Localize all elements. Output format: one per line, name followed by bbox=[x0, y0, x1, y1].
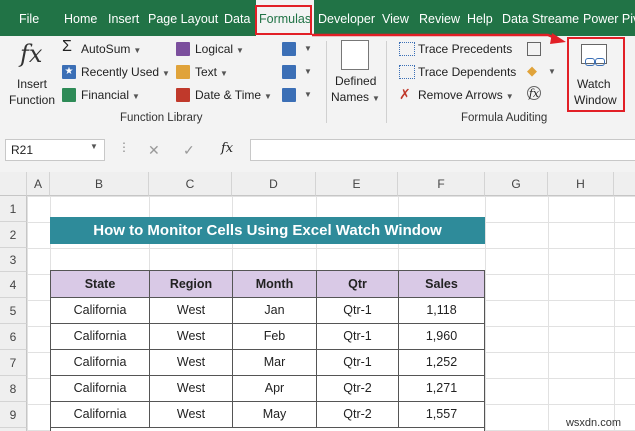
cell-sales[interactable]: 1,118 bbox=[398, 297, 485, 324]
cell-month[interactable]: Feb bbox=[232, 323, 317, 350]
name-box-dropdown-icon[interactable]: ▼ bbox=[90, 142, 98, 151]
cell-month[interactable]: May bbox=[232, 401, 317, 428]
cell-sales[interactable]: 1,271 bbox=[398, 375, 485, 402]
column-header-c[interactable]: C bbox=[149, 172, 232, 196]
cell-month[interactable]: Apr bbox=[232, 375, 317, 402]
cell-state[interactable]: California bbox=[50, 349, 150, 376]
cell-region[interactable]: West bbox=[149, 349, 233, 376]
watermark: wsxdn.com bbox=[565, 417, 621, 429]
remove-arrows-icon: ✗ bbox=[399, 86, 411, 102]
row-header-1[interactable]: 1 bbox=[0, 196, 27, 222]
insert-function-label-1[interactable]: Insert bbox=[17, 77, 47, 91]
cell-qtr[interactable]: Qtr-1 bbox=[316, 323, 399, 350]
column-header-g[interactable]: G bbox=[485, 172, 548, 196]
column-header-e[interactable]: E bbox=[316, 172, 398, 196]
evaluate-formula-icon[interactable]: fx bbox=[527, 86, 541, 100]
defined-names-label-1[interactable]: Defined bbox=[335, 74, 376, 88]
trace-dependents-icon bbox=[399, 65, 415, 79]
select-all-corner[interactable] bbox=[0, 172, 27, 196]
cancel-icon[interactable]: ✕ bbox=[148, 142, 160, 159]
text-button[interactable]: Text ▼ bbox=[195, 65, 228, 79]
group-formula-auditing: Formula Auditing bbox=[461, 112, 548, 124]
cell-region[interactable]: West bbox=[149, 297, 233, 324]
sheet-title[interactable]: How to Monitor Cells Using Excel Watch W… bbox=[50, 217, 485, 244]
header-sales[interactable]: Sales bbox=[398, 270, 485, 298]
insert-function-fx-icon[interactable]: fx bbox=[221, 141, 233, 156]
row-header-5[interactable]: 5 bbox=[0, 298, 27, 324]
column-header-b[interactable]: B bbox=[50, 172, 149, 196]
row-header-7[interactable]: 7 bbox=[0, 350, 27, 376]
column-header-h[interactable]: H bbox=[548, 172, 614, 196]
text-icon bbox=[176, 65, 190, 79]
recently-used-icon: ★ bbox=[62, 65, 76, 79]
row-header-8[interactable]: 8 bbox=[0, 376, 27, 402]
header-state[interactable]: State bbox=[50, 270, 150, 298]
cell-qtr[interactable]: Qtr-2 bbox=[316, 401, 399, 428]
column-header-d[interactable]: D bbox=[232, 172, 316, 196]
header-month[interactable]: Month bbox=[232, 270, 317, 298]
cell-region[interactable]: West bbox=[149, 375, 233, 402]
formula-input[interactable] bbox=[250, 139, 635, 161]
group-function-library: Function Library bbox=[120, 112, 203, 124]
cell-state[interactable]: California bbox=[50, 375, 150, 402]
cell-month[interactable]: Jan bbox=[232, 297, 317, 324]
date-time-icon bbox=[176, 88, 190, 102]
financial-icon bbox=[62, 88, 76, 102]
cell-state[interactable]: California bbox=[50, 401, 150, 428]
header-region[interactable]: Region bbox=[149, 270, 233, 298]
cell-region[interactable]: West bbox=[149, 401, 233, 428]
cell-qtr[interactable]: Qtr-1 bbox=[316, 297, 399, 324]
header-qtr[interactable]: Qtr bbox=[316, 270, 399, 298]
column-header-f[interactable]: F bbox=[398, 172, 485, 196]
column-header-a[interactable]: A bbox=[27, 172, 50, 196]
financial-button[interactable]: Financial ▼ bbox=[81, 88, 140, 102]
row-header-6[interactable]: 6 bbox=[0, 324, 27, 350]
defined-names-button[interactable]: Names ▼ bbox=[331, 90, 380, 104]
cell-state[interactable]: California bbox=[50, 297, 150, 324]
cell-sales[interactable]: 1,557 bbox=[398, 401, 485, 428]
insert-function-label-2[interactable]: Function bbox=[9, 93, 55, 107]
row-header-2[interactable]: 2 bbox=[0, 222, 27, 248]
cell-qtr[interactable]: Qtr-2 bbox=[316, 375, 399, 402]
cell-sales[interactable]: 1,960 bbox=[398, 323, 485, 350]
column-header-i[interactable] bbox=[614, 172, 635, 196]
cell-qtr[interactable]: Qtr-1 bbox=[316, 349, 399, 376]
formula-bar-dots-icon: ⋮ bbox=[118, 140, 130, 154]
cell-state[interactable]: California bbox=[50, 323, 150, 350]
recently-used-button[interactable]: Recently Used ▼ bbox=[81, 65, 170, 79]
cell-sales[interactable]: 1,252 bbox=[398, 349, 485, 376]
cell-region[interactable]: West bbox=[149, 323, 233, 350]
annotation-arrow bbox=[312, 33, 566, 44]
row-header-3[interactable]: 3 bbox=[0, 248, 27, 272]
date-time-button[interactable]: Date & Time ▼ bbox=[195, 88, 272, 102]
math-trig-icon[interactable] bbox=[282, 65, 296, 79]
row-header-4[interactable]: 4 bbox=[0, 272, 27, 298]
remove-arrows-button[interactable]: Remove Arrows ▼ bbox=[418, 88, 514, 102]
enter-icon[interactable]: ✓ bbox=[183, 142, 195, 159]
trace-dependents-button[interactable]: Trace Dependents bbox=[418, 65, 516, 79]
cell-month[interactable]: Mar bbox=[232, 349, 317, 376]
row-header-9[interactable]: 9 bbox=[0, 402, 27, 428]
error-checking-icon[interactable]: ◆ bbox=[527, 63, 537, 79]
more-functions-icon[interactable] bbox=[282, 88, 296, 102]
